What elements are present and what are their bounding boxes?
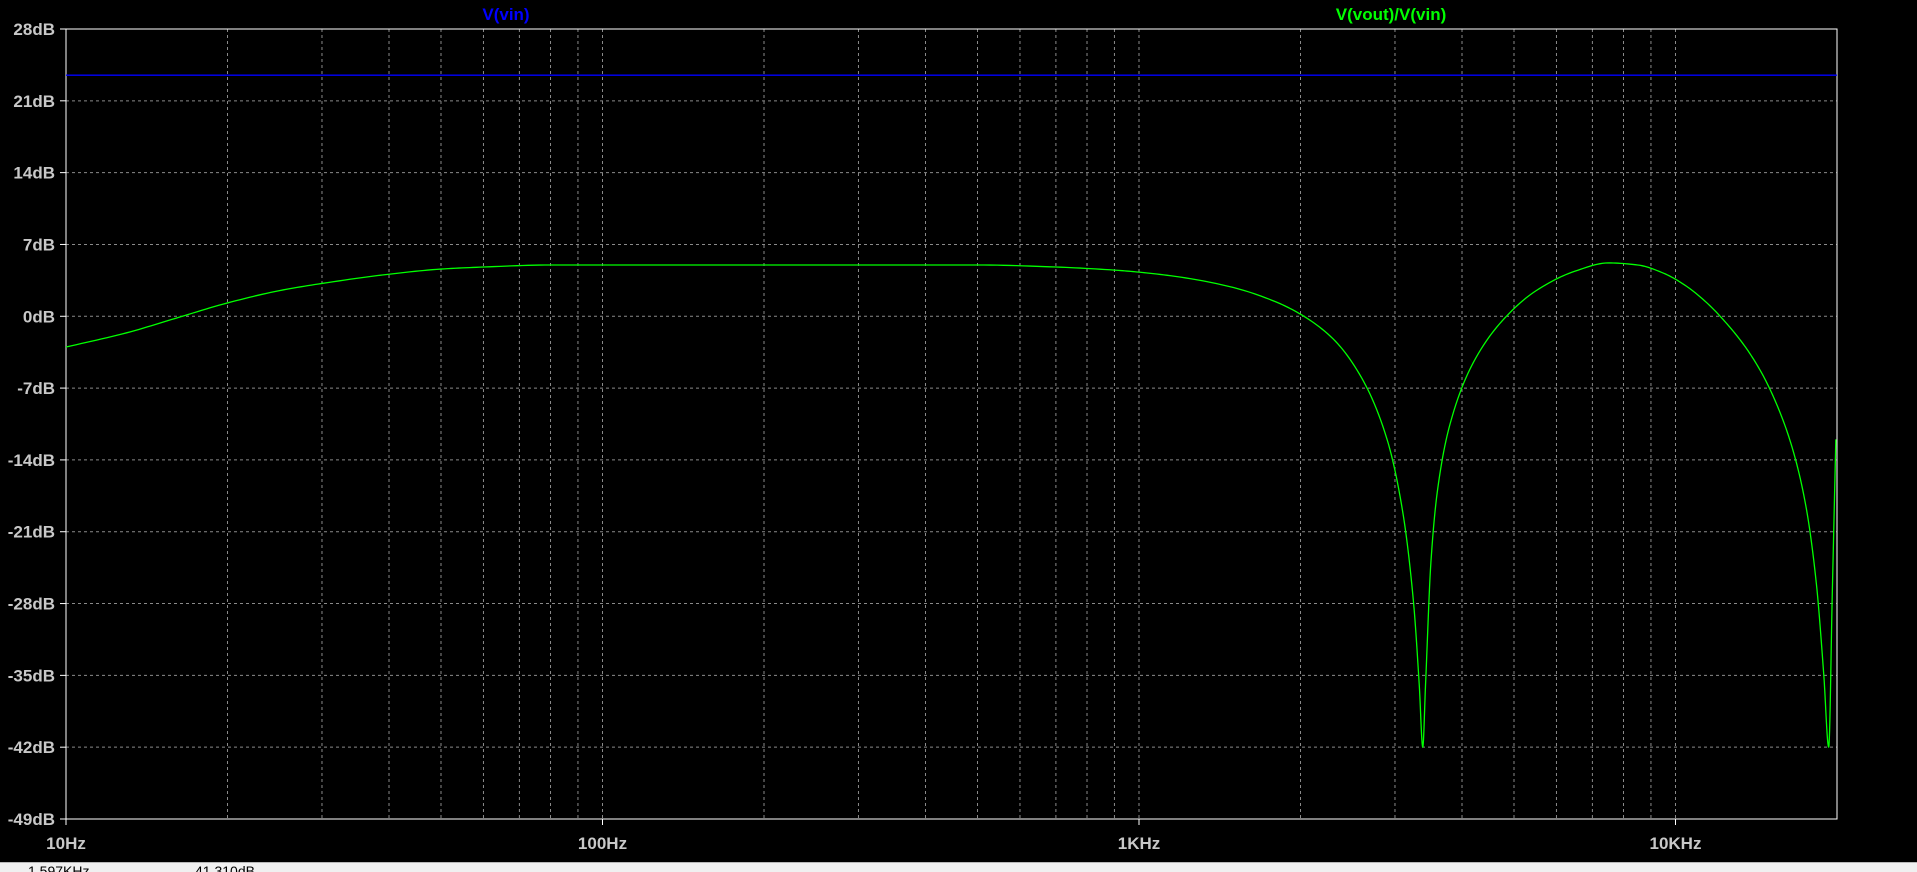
y-tick-label: -14dB (8, 451, 55, 470)
trace-title-vin[interactable]: V(vin) (482, 5, 529, 24)
y-tick-label: 21dB (13, 92, 55, 111)
y-tick-label: -7dB (17, 379, 55, 398)
x-tick-label: 10Hz (46, 834, 86, 853)
grid (66, 29, 1837, 819)
trace-gain (65, 262, 1837, 748)
x-axis-tick-labels: 10Hz 100Hz 1KHz 10KHz (46, 819, 1701, 853)
bode-plot[interactable]: 10Hz 100Hz 1KHz 10KHz 28dB 21dB 14dB 7dB 0dB -7d… (0, 0, 1917, 862)
x-tick-label: 1KHz (1118, 834, 1161, 853)
y-tick-label: -35dB (8, 666, 55, 685)
plot-frame (65, 28, 1838, 820)
x-tick-label: 100Hz (578, 834, 627, 853)
y-tick-label: -28dB (8, 595, 55, 614)
plot-window[interactable]: 10Hz 100Hz 1KHz 10KHz 28dB 21dB 14dB 7dB 0dB -7d… (0, 0, 1917, 862)
y-tick-label: -21dB (8, 523, 55, 542)
y-tick-label: 0dB (23, 307, 55, 326)
y-axis-tick-labels: 28dB 21dB 14dB 7dB 0dB -7dB -14dB -21dB -28dB -35… (8, 20, 66, 829)
x-tick-label: 10KHz (1650, 834, 1702, 853)
y-tick-label: 7dB (23, 235, 55, 254)
series-traces (65, 74, 1837, 748)
y-tick-label: 28dB (13, 20, 55, 39)
y-tick-label: 14dB (13, 164, 55, 183)
y-tick-label: -49dB (8, 810, 55, 829)
y-tick-label: -42dB (8, 738, 55, 757)
trace-title-gain[interactable]: V(vout)/V(vin) (1336, 5, 1447, 24)
